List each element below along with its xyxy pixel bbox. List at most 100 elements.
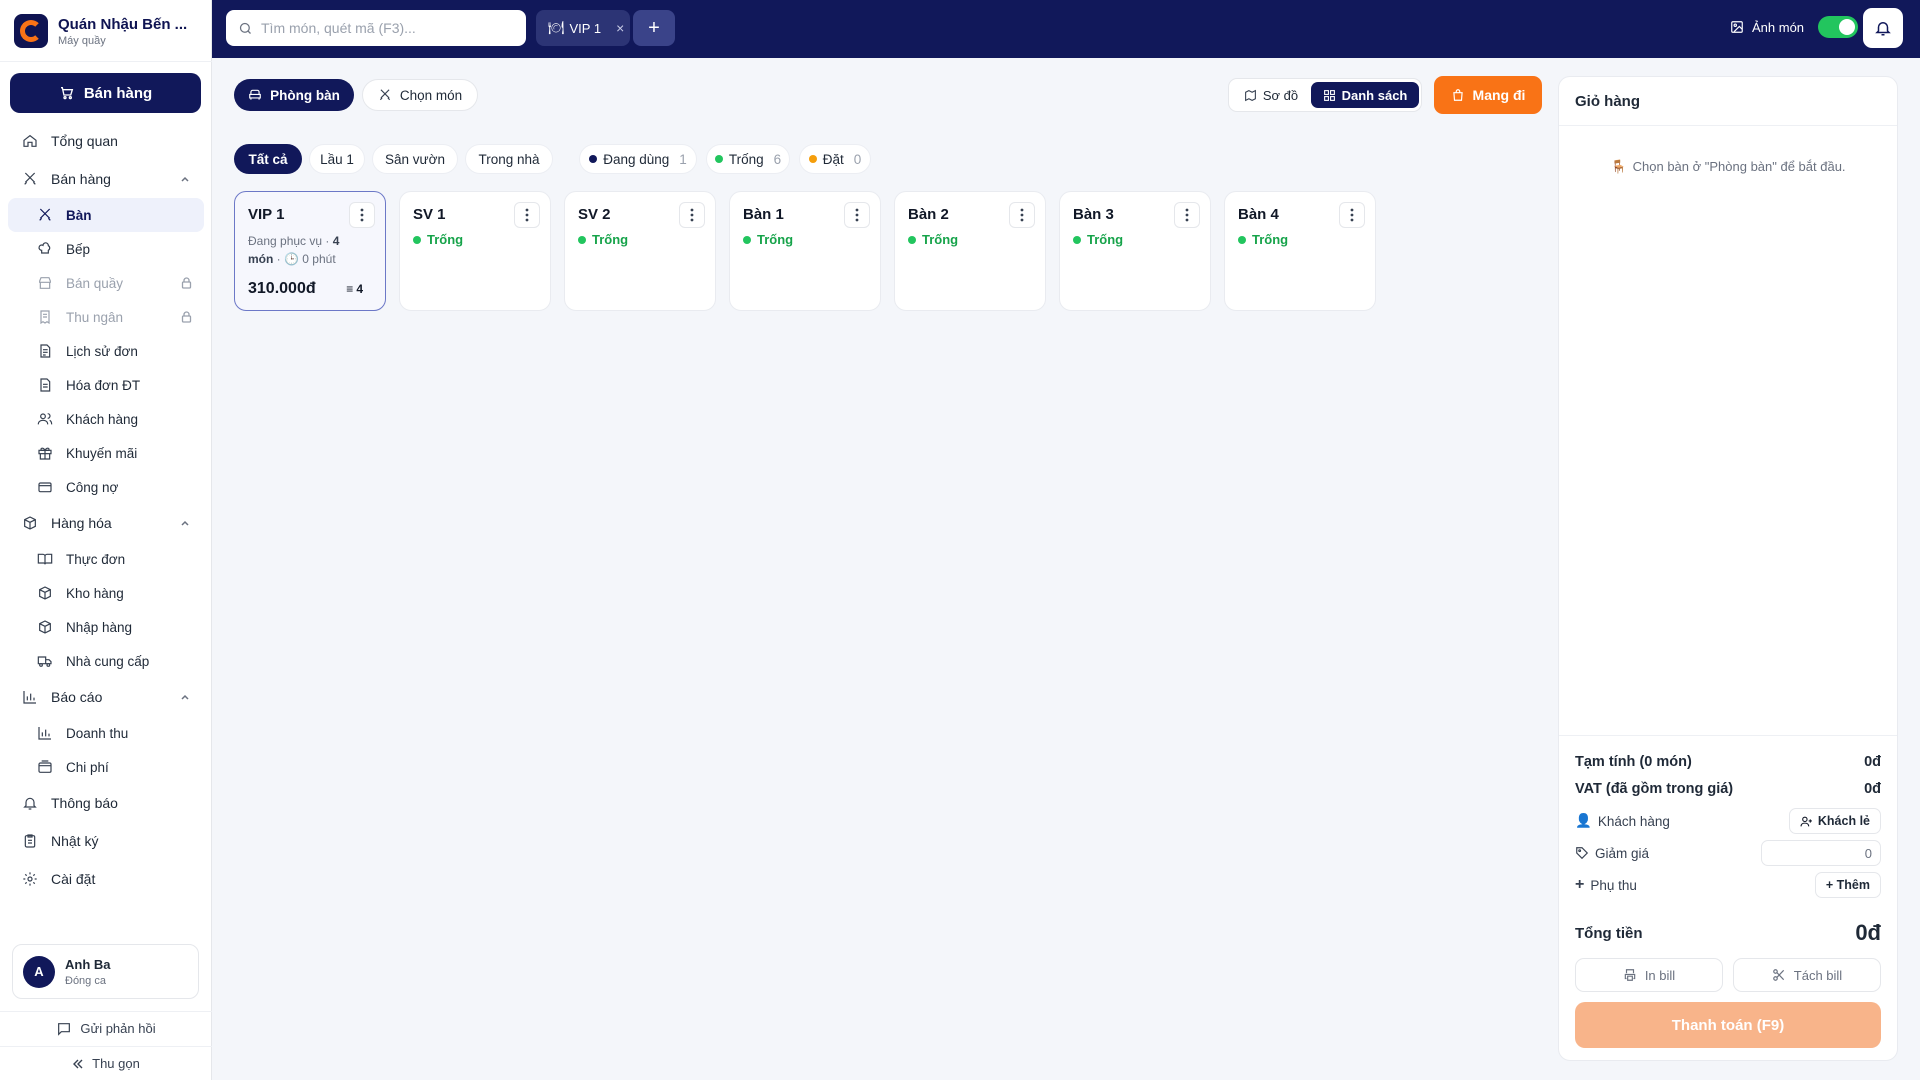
brand-name: Quán Nhậu Bến ... — [58, 15, 188, 33]
sidebar-item-cashier[interactable]: Thu ngân — [0, 300, 212, 334]
add-tab-button[interactable]: + — [633, 10, 675, 46]
bell-icon — [23, 797, 37, 810]
feedback-button[interactable]: Gửi phản hồi — [0, 1011, 212, 1045]
table-card-vip1[interactable]: VIP 1 Đang phục vụ · 4 món · 🕒 0 phút 31… — [234, 191, 386, 311]
filter-area-garden[interactable]: Sân vườn — [372, 144, 458, 174]
table-menu-button[interactable] — [844, 202, 870, 228]
tab-pick-dishes[interactable]: Chọn món — [362, 79, 478, 111]
cart-icon — [60, 87, 74, 100]
discount-input[interactable] — [1761, 840, 1881, 866]
sidebar-item-overview[interactable]: Tổng quan — [0, 122, 212, 160]
table-menu-button[interactable] — [1339, 202, 1365, 228]
package-icon — [24, 516, 36, 530]
vat-row: VAT (đã gồm trong giá) 0đ — [1575, 781, 1881, 797]
table-menu-button[interactable] — [1174, 202, 1200, 228]
lock-icon — [181, 277, 192, 289]
table-name: Bàn 1 — [743, 206, 784, 223]
sidebar-item-promotions[interactable]: Khuyến mãi — [0, 436, 212, 470]
plus-icon: + — [1575, 876, 1585, 893]
table-info-status: Đang phục vụ · — [248, 234, 333, 248]
sidebar-item-kitchen[interactable]: Bếp — [0, 232, 212, 266]
vat-label: VAT (đã gồm trong giá) — [1575, 781, 1734, 797]
table-card-sv1[interactable]: SV 1 Trống — [399, 191, 551, 311]
sidebar-item-expenses[interactable]: Chi phí — [0, 750, 212, 784]
view-list-button[interactable]: Danh sách — [1311, 82, 1419, 108]
chevron-up-icon — [181, 694, 189, 700]
filter-area-floor1[interactable]: Lầu 1 — [309, 144, 365, 174]
brand-logo — [14, 14, 48, 48]
filter-area-all[interactable]: Tất cả — [234, 144, 302, 174]
collapse-button[interactable]: Thu gọn — [0, 1046, 212, 1080]
sidebar-group-sales[interactable]: Bán hàng — [0, 160, 212, 198]
search-input[interactable] — [261, 20, 511, 36]
book-open-icon — [37, 553, 53, 565]
sidebar-item-import[interactable]: Nhập hàng — [0, 610, 212, 644]
customer-select-button[interactable]: Khách lẻ — [1788, 808, 1881, 834]
takeaway-button[interactable]: Mang đi — [1434, 76, 1542, 114]
split-bill-button[interactable]: Tách bill — [1733, 958, 1881, 992]
table-menu-button[interactable] — [1009, 202, 1035, 228]
collapse-label: Thu gọn — [92, 1056, 140, 1071]
filter-label: Trong nhà — [478, 151, 540, 167]
message-icon — [58, 1022, 71, 1036]
bag-icon — [1452, 89, 1463, 101]
table-menu-button[interactable] — [514, 202, 540, 228]
table-card-ban3[interactable]: Bàn 3 Trống — [1059, 191, 1211, 311]
sidebar-item-warehouse[interactable]: Kho hàng — [0, 576, 212, 610]
sidebar-item-menu[interactable]: Thực đơn — [0, 542, 212, 576]
add-surcharge-button[interactable]: + Thêm — [1814, 872, 1881, 898]
filter-area-indoor[interactable]: Trong nhà — [465, 144, 553, 174]
list-icon: ≡ — [346, 282, 354, 296]
sidebar-item-log[interactable]: Nhật ký — [0, 822, 212, 860]
sidebar-group-reports[interactable]: Báo cáo — [0, 678, 212, 716]
sidebar-item-revenue[interactable]: Doanh thu — [0, 716, 212, 750]
search-box[interactable] — [226, 10, 526, 46]
pay-button[interactable]: Thanh toán (F9) — [1575, 1002, 1881, 1048]
table-card-ban1[interactable]: Bàn 1 Trống — [729, 191, 881, 311]
filter-status-busy[interactable]: Đang dùng 1 — [579, 144, 697, 174]
filter-status-reserved[interactable]: Đặt 0 — [799, 144, 871, 174]
image-icon — [1731, 21, 1743, 33]
sidebar-item-notifications[interactable]: Thông báo — [0, 784, 212, 822]
cart-hint-text: Chọn bàn ở "Phòng bàn" để bắt đầu. — [1632, 159, 1846, 174]
sell-button[interactable]: Bán hàng — [10, 73, 201, 113]
table-menu-button[interactable] — [349, 202, 375, 228]
open-table-tab[interactable]: 🍽 VIP 1 × — [536, 10, 630, 46]
filter-status-free[interactable]: Trống 6 — [706, 144, 790, 174]
close-icon[interactable]: × — [616, 20, 624, 36]
sidebar-item-customers[interactable]: Khách hàng — [0, 402, 212, 436]
sidebar-item-counter[interactable]: Bán quầy — [0, 266, 212, 300]
bar-chart-icon — [23, 691, 36, 704]
tab-rooms[interactable]: Phòng bàn — [234, 79, 354, 111]
sidebar-item-table[interactable]: Bàn — [8, 198, 204, 232]
brand[interactable]: Quán Nhậu Bến ... Máy quầy — [14, 14, 204, 48]
wallet-icon — [38, 760, 52, 773]
dish-image-toggle[interactable]: Ảnh món — [1730, 16, 1859, 38]
table-card-ban2[interactable]: Bàn 2 Trống — [894, 191, 1046, 311]
table-card-sv2[interactable]: SV 2 Trống — [564, 191, 716, 311]
sidebar-item-label: Tổng quan — [51, 133, 118, 149]
toggle-switch[interactable] — [1818, 16, 1859, 38]
sidebar-item-suppliers[interactable]: Nhà cung cấp — [0, 644, 212, 678]
chevrons-left-icon — [73, 1059, 83, 1068]
print-bill-button[interactable]: In bill — [1575, 958, 1723, 992]
search-icon — [239, 22, 251, 34]
sidebar-item-label: Bán hàng — [51, 171, 111, 187]
table-status-label: Trống — [1087, 232, 1124, 247]
cart-panel: Giỏ hàng 🪑 Chọn bàn ở "Phòng bàn" để bắt… — [1558, 76, 1898, 1061]
sidebar-item-einvoice[interactable]: Hóa đơn ĐT — [0, 368, 212, 402]
view-map-button[interactable]: Sơ đồ — [1233, 82, 1309, 108]
sidebar-item-debts[interactable]: Công nợ — [0, 470, 212, 504]
sidebar-item-label: Kho hàng — [66, 585, 124, 601]
table-status: Trống — [578, 232, 628, 247]
kebab-icon — [1020, 208, 1024, 222]
sidebar-item-label: Chi phí — [66, 759, 109, 775]
sidebar-group-goods[interactable]: Hàng hóa — [0, 504, 212, 542]
table-menu-button[interactable] — [679, 202, 705, 228]
notifications-button[interactable] — [1863, 8, 1903, 48]
user-card[interactable]: A Anh Ba Đóng ca — [12, 944, 199, 999]
sidebar-item-settings[interactable]: Cài đặt — [0, 860, 212, 898]
table-card-ban4[interactable]: Bàn 4 Trống — [1224, 191, 1376, 311]
user-plus-icon — [1800, 816, 1812, 826]
sidebar-item-order-history[interactable]: Lịch sử đơn — [0, 334, 212, 368]
